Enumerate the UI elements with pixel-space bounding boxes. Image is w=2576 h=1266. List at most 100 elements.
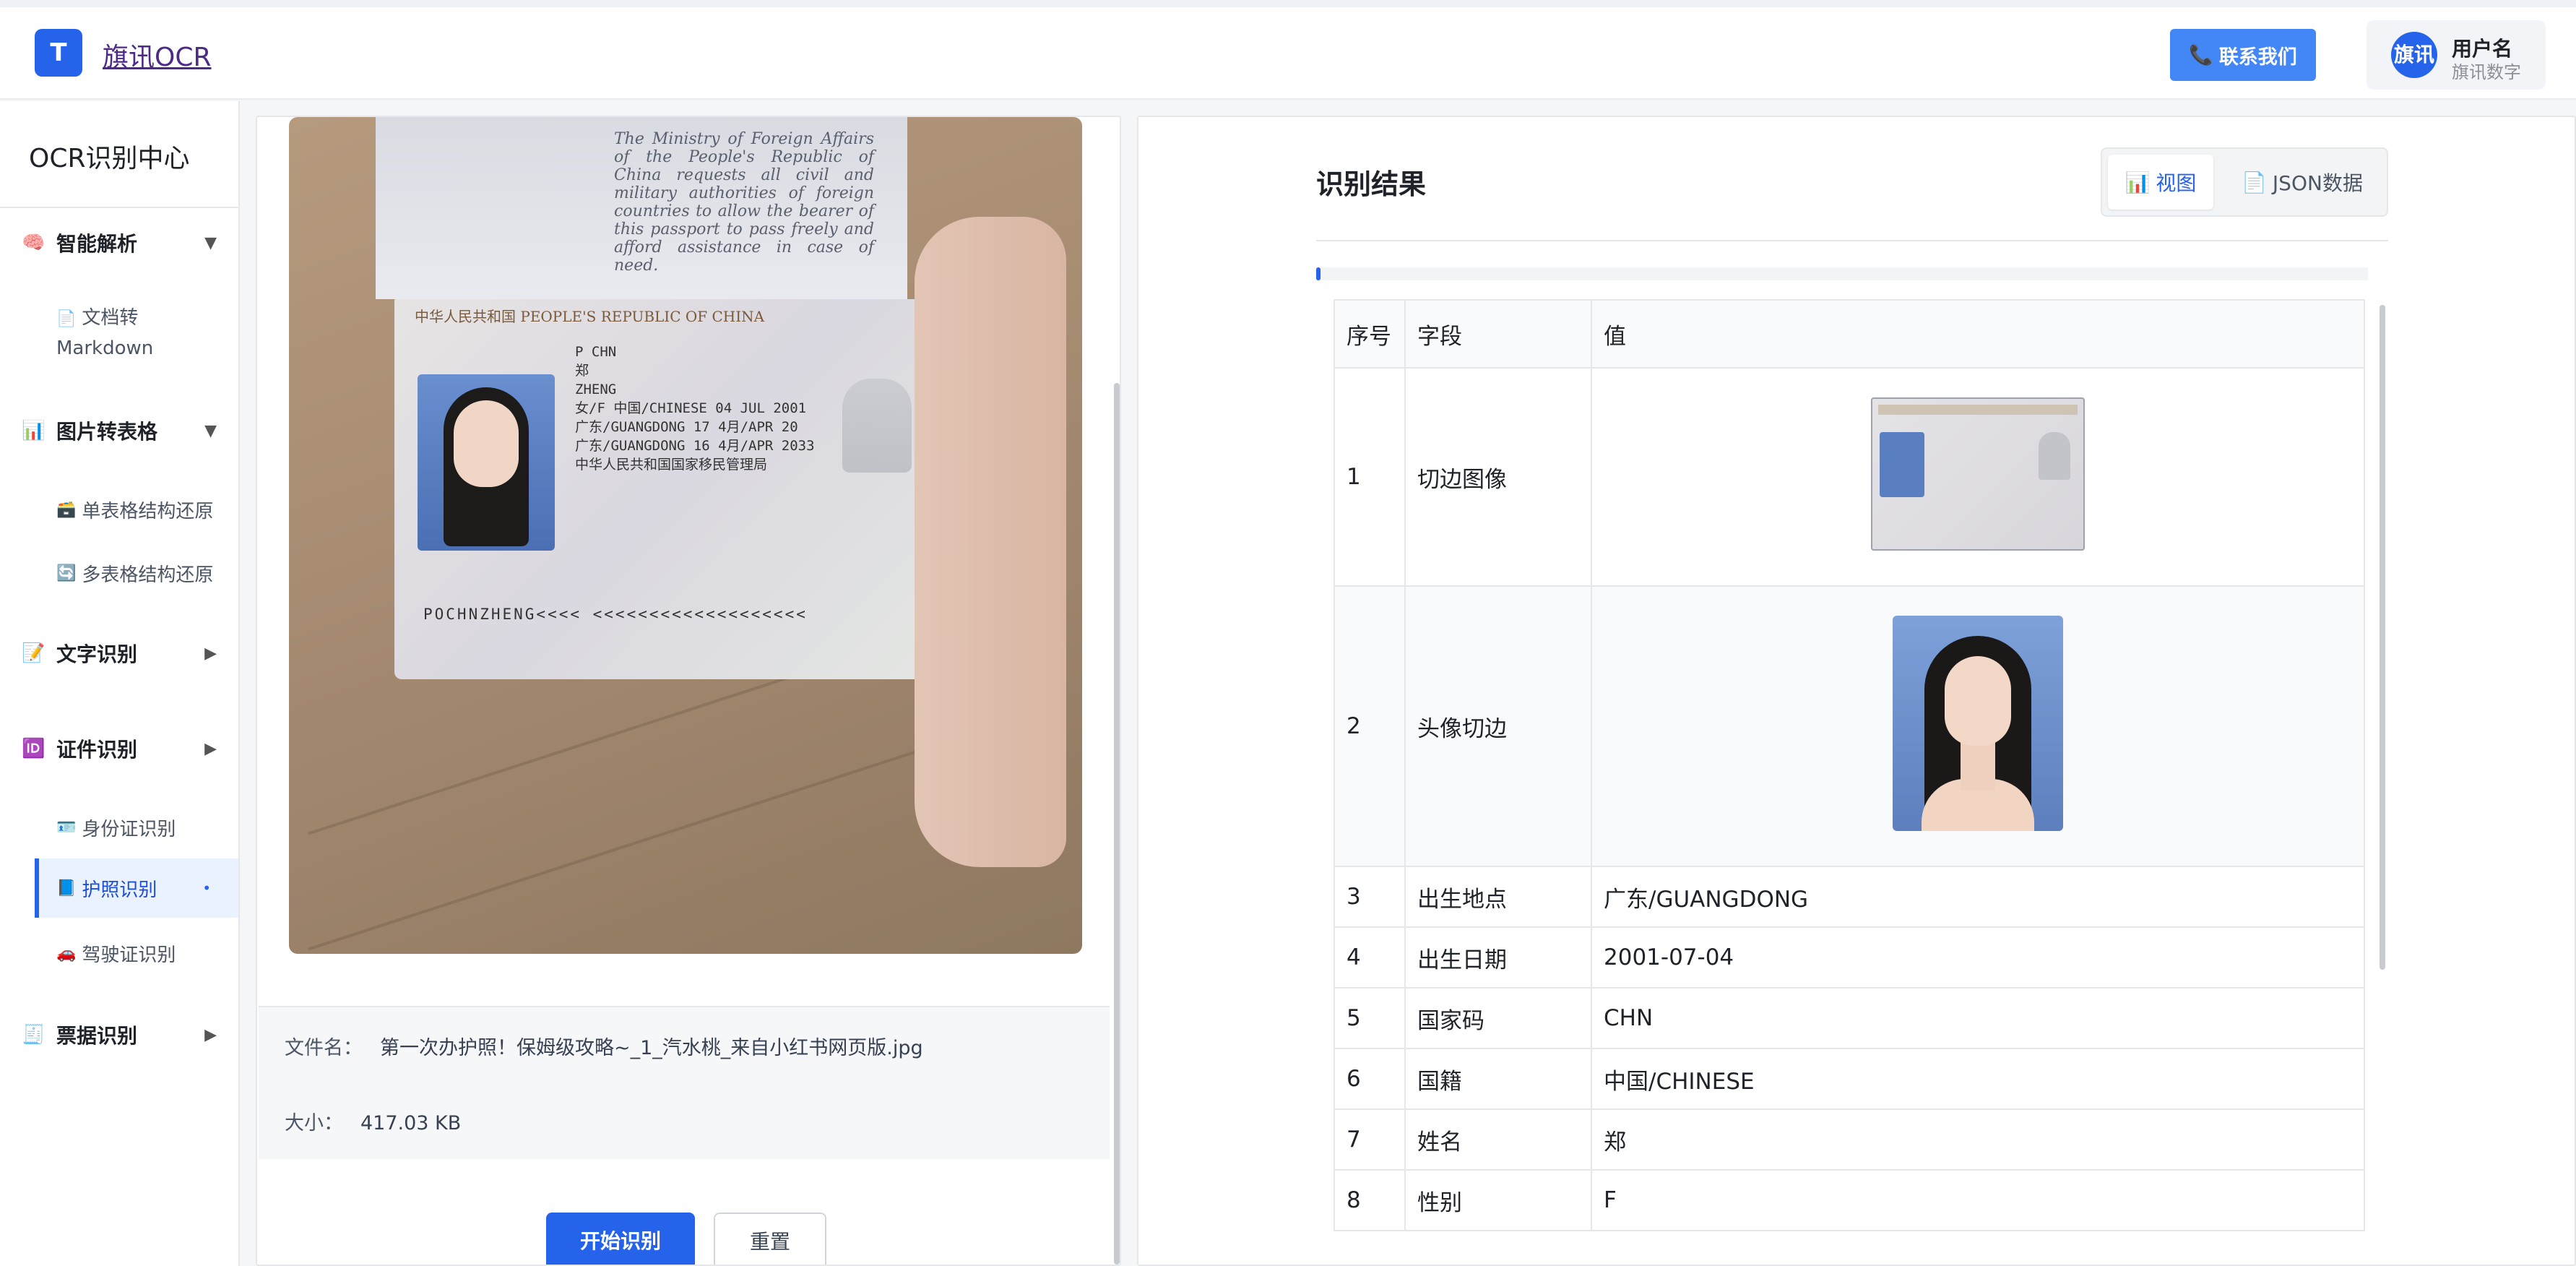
sidebar-group-image-table[interactable]: 📊 图片转表格 ▼ bbox=[0, 409, 238, 452]
sidebar-group-id-ocr[interactable]: 🆔 证件识别 ▶ bbox=[0, 727, 238, 770]
result-panel: 识别结果 📊 视图 📄 JSON数据 序号 字段 值 1 切边图像 2 头像切边… bbox=[1137, 116, 2576, 1266]
passport-field: 中华人民共和国国家移民管理局 bbox=[575, 457, 768, 473]
upload-panel: The Ministry of Foreign Affairs of the P… bbox=[256, 116, 1121, 1266]
sidebar-group-smart-parse[interactable]: 🧠 智能解析 ▼ bbox=[0, 221, 238, 264]
sidebar-item-single-table[interactable]: 🗃️ 单表格结构还原 bbox=[35, 491, 238, 528]
file-size-value: 417.03 KB bbox=[360, 1112, 462, 1134]
user-menu[interactable]: 旗讯 用户名 旗讯数字 bbox=[2367, 20, 2546, 90]
sidebar-divider bbox=[0, 207, 238, 208]
sidebar-item-passport[interactable]: 📘 护照识别 • bbox=[35, 858, 238, 918]
uploaded-passport-image: The Ministry of Foreign Affairs of the P… bbox=[289, 117, 1082, 954]
face bbox=[1945, 656, 2011, 746]
cropped-passport-thumbnail[interactable] bbox=[1871, 397, 2085, 551]
app-header: T 旗讯OCR 📞 联系我们 旗讯 用户名 旗讯数字 bbox=[0, 7, 2576, 100]
start-ocr-button[interactable]: 开始识别 bbox=[546, 1213, 695, 1265]
column-header: 序号 bbox=[1334, 299, 1406, 369]
row-value: 广东/GUANGDONG bbox=[1591, 866, 2365, 928]
document-icon: 📄 bbox=[56, 310, 77, 328]
sidebar-group-receipt[interactable]: 🧾 票据识别 ▶ bbox=[0, 1013, 238, 1056]
chevron-down-icon: ▼ bbox=[204, 421, 217, 440]
thumb-photo bbox=[1880, 432, 1924, 497]
row-value: F bbox=[1591, 1169, 2365, 1231]
phone-icon: 📞 bbox=[2189, 44, 2213, 66]
passport-data-page: 中华人民共和国 PEOPLE'S REPUBLIC OF CHINA P CHN… bbox=[394, 299, 941, 679]
chevron-right-icon: ▶ bbox=[204, 1025, 217, 1044]
tab-label: 视图 bbox=[2156, 171, 2197, 195]
view-toggle: 📊 视图 📄 JSON数据 bbox=[2101, 147, 2388, 217]
user-org: 旗讯数字 bbox=[2452, 62, 2521, 82]
passport-field: P CHN bbox=[575, 344, 617, 360]
row-index: 4 bbox=[1334, 926, 1406, 989]
passport-field: 广东/GUANGDONG 16 4月/APR 2033 bbox=[575, 438, 815, 454]
tab-view[interactable]: 📊 视图 bbox=[2108, 155, 2213, 210]
row-value: 中国/CHINESE bbox=[1591, 1048, 2365, 1110]
id-icon: 🆔 bbox=[22, 738, 46, 759]
table-row: 8 性别 F bbox=[1334, 1169, 2365, 1231]
contact-label: 联系我们 bbox=[2218, 46, 2297, 69]
group-label: 文字识别 bbox=[56, 642, 138, 666]
box-icon: 🗃️ bbox=[56, 500, 77, 519]
tab-label: JSON数据 bbox=[2272, 171, 2363, 195]
result-title: 识别结果 bbox=[1316, 168, 1427, 200]
sidebar-group-text-ocr[interactable]: 📝 文字识别 ▶ bbox=[0, 632, 238, 675]
sidebar-title: OCR识别中心 bbox=[29, 144, 190, 173]
row-field: 国籍 bbox=[1404, 1048, 1592, 1110]
bar-chart-icon: 📊 bbox=[22, 420, 46, 442]
sidebar-item-id-card[interactable]: 🪪 身份证识别 bbox=[35, 809, 238, 845]
group-label: 票据识别 bbox=[56, 1024, 138, 1048]
memo-icon: 📝 bbox=[22, 642, 46, 664]
row-index: 7 bbox=[1334, 1108, 1406, 1171]
sidebar-item-markdown[interactable]: 📄 文档转 Markdown bbox=[35, 303, 238, 363]
brain-icon: 🧠 bbox=[22, 232, 46, 254]
group-label: 智能解析 bbox=[56, 232, 138, 256]
receipt-icon: 🧾 bbox=[22, 1024, 46, 1046]
reset-button[interactable]: 重置 bbox=[714, 1213, 826, 1265]
top-strip bbox=[0, 0, 2576, 7]
passport-ghost-photo bbox=[842, 379, 912, 473]
brand-link[interactable]: 旗讯OCR bbox=[103, 36, 212, 74]
row-value-image bbox=[1591, 585, 2365, 867]
table-row: 2 头像切边 bbox=[1334, 585, 2365, 867]
table-row: 1 切边图像 bbox=[1334, 367, 2365, 587]
table-row: 4 出生日期 2001-07-04 bbox=[1334, 926, 2365, 989]
sidebar-item-multi-table[interactable]: 🔄 多表格结构还原 bbox=[35, 555, 238, 591]
car-icon: 🚗 bbox=[56, 944, 77, 963]
table-row: 7 姓名 郑 bbox=[1334, 1108, 2365, 1171]
row-index: 8 bbox=[1334, 1169, 1406, 1231]
row-field: 头像切边 bbox=[1404, 585, 1592, 867]
passport-icon: 📘 bbox=[56, 879, 77, 897]
row-value: 2001-07-04 bbox=[1591, 926, 2365, 989]
passport-request-text: The Ministry of Foreign Affairs of the P… bbox=[614, 130, 874, 275]
row-index: 3 bbox=[1334, 866, 1406, 928]
portrait-thumbnail[interactable] bbox=[1893, 616, 2063, 831]
scrollbar[interactable] bbox=[1114, 383, 1120, 1265]
contact-button[interactable]: 📞 联系我们 bbox=[2170, 29, 2316, 81]
file-name-label: 文件名： bbox=[285, 1037, 363, 1059]
item-label: 身份证识别 bbox=[82, 818, 176, 840]
scrollbar[interactable] bbox=[2380, 305, 2385, 970]
table-row: 6 国籍 中国/CHINESE bbox=[1334, 1048, 2365, 1110]
sidebar-item-driver-license[interactable]: 🚗 驾驶证识别 bbox=[35, 935, 238, 971]
passport-field: 郑 bbox=[575, 363, 589, 379]
table-header: 序号 字段 值 bbox=[1334, 299, 2365, 369]
tab-json[interactable]: 📄 JSON数据 bbox=[2222, 155, 2382, 210]
file-size-label: 大小： bbox=[285, 1112, 343, 1134]
sidebar: OCR识别中心 🧠 智能解析 ▼ 📄 文档转 Markdown 📊 图片转表格 ▼… bbox=[0, 101, 240, 1266]
row-index: 1 bbox=[1334, 367, 1406, 587]
passport-photo bbox=[418, 374, 555, 551]
avatar: 旗讯 bbox=[2391, 32, 2437, 78]
row-field: 姓名 bbox=[1404, 1108, 1592, 1171]
scroll-thumb[interactable] bbox=[1316, 267, 1321, 280]
row-value: CHN bbox=[1591, 987, 2365, 1049]
row-field: 出生日期 bbox=[1404, 926, 1592, 989]
table-row: 5 国家码 CHN bbox=[1334, 987, 2365, 1049]
thumb-band bbox=[1878, 405, 2078, 415]
row-field: 出生地点 bbox=[1404, 866, 1592, 928]
horizontal-scrollbar[interactable] bbox=[1316, 267, 2368, 280]
row-field: 性别 bbox=[1404, 1169, 1592, 1231]
chevron-right-icon: ▶ bbox=[204, 644, 217, 663]
passport-field: ZHENG bbox=[575, 382, 617, 397]
file-name-row: 文件名： 第一次办护照！保姆级攻略~_1_汽水桃_来自小红书网页版.jpg bbox=[285, 1032, 923, 1060]
row-value: 郑 bbox=[1591, 1108, 2365, 1171]
file-name-value: 第一次办护照！保姆级攻略~_1_汽水桃_来自小红书网页版.jpg bbox=[380, 1037, 923, 1059]
